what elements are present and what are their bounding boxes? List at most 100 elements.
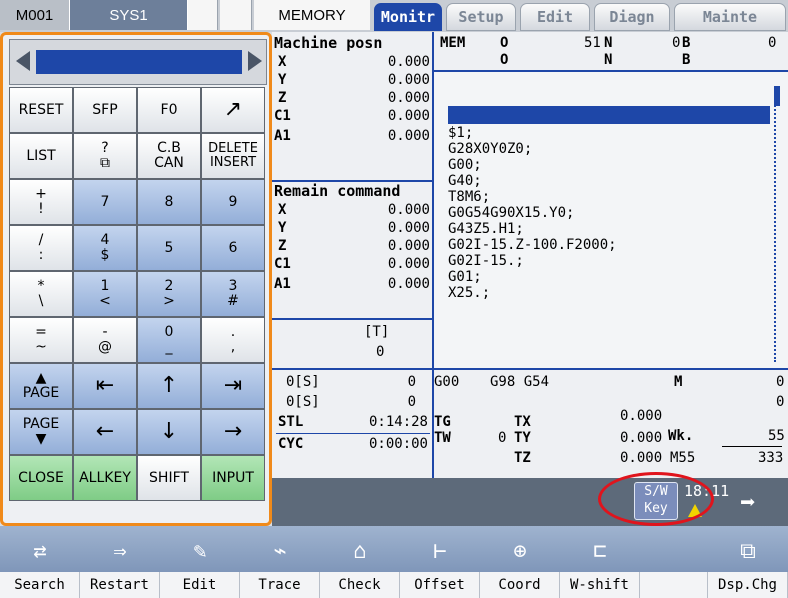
program-scrollbar[interactable] <box>774 86 782 362</box>
softkey-restart[interactable]: ⇒ Restart <box>80 526 160 598</box>
memory-mode: MEMORY <box>254 0 370 30</box>
plus-key[interactable]: + ! <box>9 179 73 225</box>
keypad-input-bar <box>9 39 267 85</box>
key-label: 6 <box>228 239 238 256</box>
machine-position-panel: Machine posn X Y Z C1 A1 0.000 0.000 0.0… <box>272 32 432 180</box>
softkey-coord[interactable]: ⊕ Coord <box>480 526 560 598</box>
tx-label: TX <box>514 414 531 430</box>
axis-label: X <box>278 54 287 70</box>
cyc-value: 0:00:00 <box>368 436 428 452</box>
next-arrow-icon[interactable]: ➡ <box>740 490 780 516</box>
down-arrow-icon[interactable]: ↓ <box>137 409 201 455</box>
slash-key[interactable]: / : <box>9 225 73 271</box>
home-arrow-icon[interactable]: ⇤ <box>73 363 137 409</box>
sfp-key[interactable]: SFP <box>73 87 137 133</box>
scrollbar-thumb[interactable] <box>774 86 780 106</box>
key-label: ← <box>95 419 115 445</box>
tab-diagn[interactable]: Diagn <box>594 3 670 31</box>
delete-insert-key[interactable]: DELETE INSERT <box>201 133 265 179</box>
shift-key[interactable]: SHIFT <box>137 455 201 501</box>
key-label: + ! <box>35 186 47 217</box>
m55-value: 333 <box>758 450 784 466</box>
up-arrow-icon[interactable]: ↑ <box>137 363 201 409</box>
digit-2-key[interactable]: 2 > <box>137 271 201 317</box>
tz-value: 0.000 <box>620 450 663 466</box>
softkey-dsp-chg[interactable]: ⧉ Dsp.Chg <box>708 526 788 598</box>
empty-icon <box>645 532 703 570</box>
digit-9-key[interactable]: 9 <box>201 179 265 225</box>
f0-key[interactable]: F0 <box>137 87 201 133</box>
key-label: = ~ <box>35 324 47 355</box>
program-number: M001 <box>0 0 70 30</box>
input-key[interactable]: INPUT <box>201 455 265 501</box>
softkey-wshift[interactable]: ⊏ W-shift <box>560 526 640 598</box>
key-label: PAGE ▼ <box>22 416 60 447</box>
key-label: 3 # <box>227 278 239 309</box>
allkey-key[interactable]: ALLKEY <box>73 455 137 501</box>
tab-setup-label: Setup <box>458 8 504 26</box>
digit-8-key[interactable]: 8 <box>137 179 201 225</box>
m-value: 0 <box>776 394 785 410</box>
tg-label: TG <box>434 414 451 430</box>
modal-g2: G98 G54 <box>490 374 550 390</box>
digit-3-key[interactable]: 3 # <box>201 271 265 317</box>
search-icon: ⇄ <box>33 538 47 564</box>
right-arrow-icon[interactable]: → <box>201 409 265 455</box>
tab-mainte[interactable]: Mainte <box>674 3 786 31</box>
left-triangle-icon[interactable] <box>16 51 30 71</box>
end-arrow-icon[interactable]: ⇥ <box>201 363 265 409</box>
softkey-label: Coord <box>480 572 560 598</box>
spindle-label: 0[S] <box>286 374 320 390</box>
softkey-check[interactable]: ⌂ Check <box>320 526 400 598</box>
page-down-key[interactable]: PAGE ▼ <box>9 409 73 455</box>
offset-icon: ⊢ <box>433 538 447 564</box>
left-arrow-icon[interactable]: ← <box>73 409 137 455</box>
spindle-label: 0[S] <box>286 394 320 410</box>
key-label: SHIFT <box>149 469 189 486</box>
asterisk-key[interactable]: * \ <box>9 271 73 317</box>
reset-key[interactable]: RESET <box>9 87 73 133</box>
axis-label: Y <box>278 72 287 88</box>
period-key[interactable]: . , <box>201 317 265 363</box>
cb-can-key[interactable]: C.B CAN <box>137 133 201 179</box>
program-line: G02I-15.Z-100.F2000; <box>448 237 617 253</box>
system-indicator: SYS1 <box>70 0 188 30</box>
digit-5-key[interactable]: 5 <box>137 225 201 271</box>
minus-key[interactable]: - @ <box>73 317 137 363</box>
tw-label: TW <box>434 430 451 446</box>
spindle-value: 0 <box>407 374 416 390</box>
n-label: N <box>604 35 613 51</box>
key-label: / : <box>38 232 44 263</box>
key-label: - @ <box>98 324 112 355</box>
equals-key[interactable]: = ~ <box>9 317 73 363</box>
page-up-key[interactable]: ▲ PAGE <box>9 363 73 409</box>
program-line: G02I-15.; <box>448 253 524 269</box>
digit-0-key[interactable]: 0 _ <box>137 317 201 363</box>
close-key[interactable]: CLOSE <box>9 455 73 501</box>
restart-icon: ⇒ <box>113 538 127 564</box>
resize-arrow-icon[interactable]: ↗ <box>201 87 265 133</box>
digit-4-key[interactable]: 4 $ <box>73 225 137 271</box>
softkey-offset[interactable]: ⊢ Offset <box>400 526 480 598</box>
softkey-search[interactable]: ⇄ Search <box>0 526 80 598</box>
digit-1-key[interactable]: 1 < <box>73 271 137 317</box>
digit-6-key[interactable]: 6 <box>201 225 265 271</box>
tab-setup[interactable]: Setup <box>446 3 516 31</box>
list-key[interactable]: LIST <box>9 133 73 179</box>
right-triangle-icon[interactable] <box>248 51 262 71</box>
program-listing-panel[interactable]: $1; G28X0Y0Z0; G00; G40; T8M6; G0G54G90X… <box>434 72 788 368</box>
tx-value: 0.000 <box>620 408 663 424</box>
tab-monitor[interactable]: Monitr <box>374 3 442 31</box>
softkey-trace[interactable]: ⌁ Trace <box>240 526 320 598</box>
softkey-empty[interactable] <box>640 526 708 598</box>
program-line: G01; <box>448 269 482 285</box>
tab-edit[interactable]: Edit <box>520 3 590 31</box>
tw-value: 0 <box>498 430 507 446</box>
digit-7-key[interactable]: 7 <box>73 179 137 225</box>
softkey-edit[interactable]: ✎ Edit <box>160 526 240 598</box>
keypad-input-field[interactable] <box>36 50 242 74</box>
axis-value: 0.000 <box>387 256 430 272</box>
coord-icon: ⊕ <box>513 538 527 564</box>
key-label: 1 < <box>99 278 111 309</box>
help-key[interactable]: ? ⧉ <box>73 133 137 179</box>
